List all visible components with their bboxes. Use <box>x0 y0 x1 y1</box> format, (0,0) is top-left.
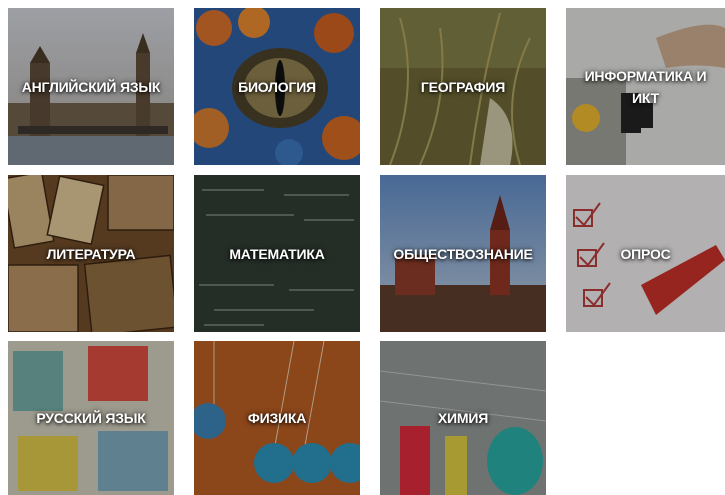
tile-label: ОБЩЕСТВОЗНАНИЕ <box>393 245 533 262</box>
tile-biology[interactable]: БИОЛОГИЯ <box>194 8 360 165</box>
tile-label: ЛИТЕРАТУРА <box>46 245 136 262</box>
tile-label: РУССКИЙ ЯЗЫК <box>36 410 146 426</box>
tile-math[interactable]: МАТЕМАТИКА <box>194 175 360 332</box>
tile-informatics[interactable]: ИНФОРМАТИКА И ИКТ <box>566 8 725 165</box>
tile-physics[interactable]: ФИЗИКА <box>194 341 360 495</box>
tile-chemistry[interactable]: ХИМИЯ <box>380 341 546 495</box>
tile-label: ГЕОГРАФИЯ <box>420 78 506 95</box>
tile-label: ФИЗИКА <box>247 410 307 426</box>
tile-literature[interactable]: ЛИТЕРАТУРА <box>8 175 174 332</box>
tile-label: БИОЛОГИЯ <box>238 78 316 95</box>
tile-geography[interactable]: ГЕОГРАФИЯ <box>380 8 546 165</box>
tile-label: ИНФОРМАТИКА И ИКТ <box>584 67 707 106</box>
tile-russian[interactable]: РУССКИЙ ЯЗЫК <box>8 341 174 495</box>
subjects-grid: АНГЛИЙСКИЙ ЯЗЫК БИОЛОГИЯ ГЕОГРАФИЯ ИНФОР… <box>0 0 725 495</box>
tile-social-studies[interactable]: ОБЩЕСТВОЗНАНИЕ <box>380 175 546 332</box>
tile-label: ХИМИЯ <box>437 410 489 426</box>
tile-label: ОПРОС <box>620 245 671 262</box>
tile-label: МАТЕМАТИКА <box>229 245 325 262</box>
tile-english[interactable]: АНГЛИЙСКИЙ ЯЗЫК <box>8 8 174 165</box>
tile-label: АНГЛИЙСКИЙ ЯЗЫК <box>21 78 161 95</box>
tile-survey[interactable]: ОПРОС <box>566 175 725 332</box>
